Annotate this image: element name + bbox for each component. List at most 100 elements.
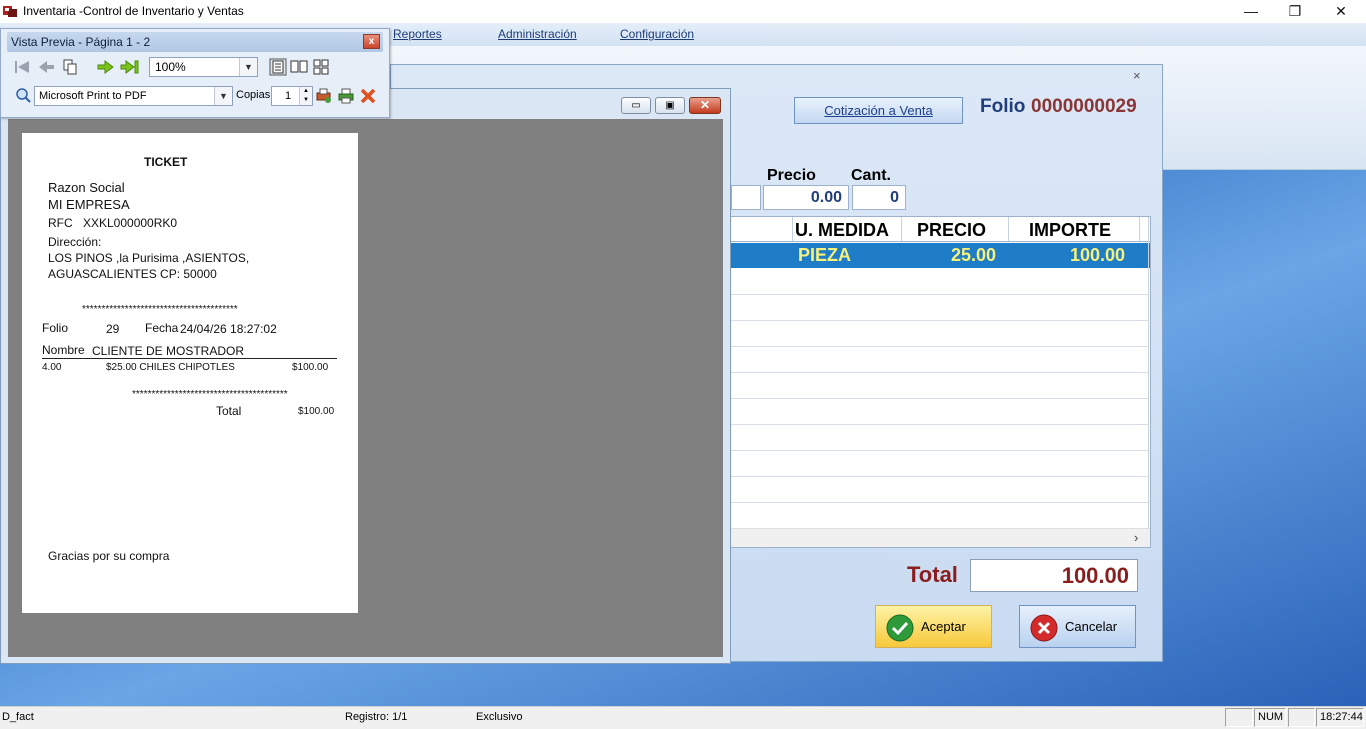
aceptar-label: Aceptar — [921, 619, 966, 634]
ticket-separator: **************************************** — [132, 389, 288, 400]
ticket-nombre-label: Nombre — [42, 343, 85, 357]
grid-row-line — [731, 372, 1148, 373]
sales-close-icon[interactable]: × — [1133, 68, 1141, 83]
copy-page-icon[interactable] — [60, 58, 80, 76]
copias-value: 1 — [285, 90, 292, 102]
ticket-direccion-label: Dirección: — [48, 235, 102, 249]
ticket-direccion-line2: AGUASCALIENTES CP: 50000 — [48, 267, 217, 281]
menu-configuracion[interactable]: Configuración — [620, 27, 694, 41]
ticket-underline — [42, 358, 337, 359]
close-button[interactable]: ✕ — [1318, 0, 1364, 23]
ticket-folio-value: 29 — [106, 322, 120, 336]
zoom-select[interactable]: 100% ▼ — [149, 57, 258, 77]
minimize-button[interactable]: — — [1228, 0, 1274, 23]
single-page-view-icon[interactable] — [268, 58, 288, 76]
cotizacion-a-venta-button[interactable]: Cotización a Venta — [794, 97, 963, 124]
next-page-icon[interactable] — [96, 58, 116, 76]
preview-maximize-button[interactable]: ▣ — [655, 97, 685, 114]
grid-horizontal-scrollbar[interactable] — [731, 528, 1150, 547]
vista-previa-title: Vista Previa - Página 1 - 2 — [11, 35, 151, 49]
last-page-icon[interactable] — [120, 58, 140, 76]
grid-row-line — [731, 502, 1148, 503]
status-registro: Registro: 1/1 — [345, 711, 408, 723]
grid-row-line — [731, 450, 1148, 451]
ticket-total-value: $100.00 — [298, 406, 335, 417]
close-preview-icon[interactable] — [358, 87, 378, 105]
first-page-icon[interactable] — [12, 58, 32, 76]
chevron-down-icon[interactable]: ▼ — [239, 58, 257, 76]
header-divider — [792, 217, 793, 241]
status-bar — [0, 706, 1366, 729]
codigo-field[interactable] — [731, 185, 761, 210]
header-divider — [901, 217, 902, 241]
status-scroll-cell — [1288, 708, 1315, 727]
print-setup-icon[interactable] — [314, 87, 334, 105]
preview-minimize-button[interactable]: ▭ — [621, 97, 651, 114]
grid-row-line — [731, 320, 1148, 321]
ticket-total-label: Total — [216, 404, 242, 418]
status-time: 18:27:44 — [1316, 708, 1364, 727]
header-importe: IMPORTE — [1029, 220, 1112, 240]
precio-label: Precio — [767, 167, 816, 184]
menu-reportes[interactable]: Reportes — [393, 27, 442, 41]
ticket-separator: **************************************** — [82, 304, 238, 315]
cancelar-button[interactable]: Cancelar — [1019, 605, 1136, 648]
app-title: Inventaria -Control de Inventario y Vent… — [23, 4, 244, 18]
ticket-folio-label: Folio — [42, 321, 69, 335]
scroll-right-icon[interactable]: › — [1134, 530, 1138, 545]
header-u-medida: U. MEDIDA — [795, 220, 889, 240]
ticket-item-desc: $25.00 CHILES CHIPOTLES — [106, 362, 235, 373]
cancelar-label: Cancelar — [1065, 619, 1118, 634]
folio-label: Folio — [980, 96, 1026, 117]
spin-down-icon[interactable]: ▼ — [299, 96, 312, 105]
ticket-fecha-label: Fecha — [145, 321, 179, 335]
copias-input[interactable]: 1 ▲ ▼ — [271, 86, 313, 106]
ticket-razon-social-label: Razon Social — [48, 180, 125, 195]
zoom-value: 100% — [155, 60, 186, 74]
grid-row-line — [731, 398, 1148, 399]
printer-select[interactable]: Microsoft Print to PDF ▼ — [34, 86, 233, 106]
grid-row-line — [731, 294, 1148, 295]
copias-label: Copias — [236, 89, 271, 101]
app-icon — [3, 6, 17, 17]
grid-right-border — [1148, 217, 1149, 528]
cell-importe: 100.00 — [1070, 245, 1126, 265]
grid-row-line — [731, 424, 1148, 425]
cell-unidad: PIEZA — [798, 245, 852, 265]
precio-field[interactable]: 0.00 — [763, 185, 849, 210]
chevron-down-icon[interactable]: ▼ — [214, 87, 232, 105]
header-divider — [1139, 217, 1140, 241]
total-label: Total — [907, 562, 958, 587]
maximize-button[interactable]: ❐ — [1272, 0, 1318, 23]
ticket-heading: TICKET — [144, 155, 188, 169]
status-table-name: D_fact — [2, 711, 34, 723]
grid-header-border — [731, 241, 1150, 242]
ticket-footer: Gracias por su compra — [48, 549, 170, 563]
menu-administracion[interactable]: Administración — [498, 27, 577, 41]
aceptar-button[interactable]: Aceptar — [875, 605, 992, 648]
spin-up-icon[interactable]: ▲ — [299, 87, 312, 96]
header-divider — [1008, 217, 1009, 241]
two-page-view-icon[interactable] — [289, 58, 309, 76]
total-field: 100.00 — [970, 559, 1138, 592]
cancel-icon — [1030, 614, 1058, 642]
printer-value: Microsoft Print to PDF — [39, 90, 147, 102]
ticket-rfc-value: XXKL000000RK0 — [83, 216, 178, 230]
grid-row-line — [731, 476, 1148, 477]
ticket-empresa: MI EMPRESA — [48, 197, 130, 212]
cell-precio: 25.00 — [951, 245, 997, 265]
previous-page-icon[interactable] — [36, 58, 56, 76]
preview-close-button[interactable]: ✕ — [689, 97, 721, 114]
ticket-item-total: $100.00 — [292, 362, 329, 373]
cant-label: Cant. — [851, 167, 891, 184]
printer-icon[interactable] — [336, 87, 356, 105]
search-icon — [16, 88, 31, 103]
cant-field[interactable]: 0 — [852, 185, 906, 210]
vista-previa-close-button[interactable]: x — [363, 34, 380, 49]
ticket-rfc-label: RFC — [48, 216, 73, 230]
ticket-direccion-line1: LOS PINOS ,la Purisima ,ASIENTOS, — [48, 251, 250, 265]
four-page-view-icon[interactable] — [311, 58, 331, 76]
check-icon — [886, 614, 914, 642]
status-num: NUM — [1254, 708, 1286, 727]
ticket-nombre-value: CLIENTE DE MOSTRADOR — [92, 344, 245, 358]
